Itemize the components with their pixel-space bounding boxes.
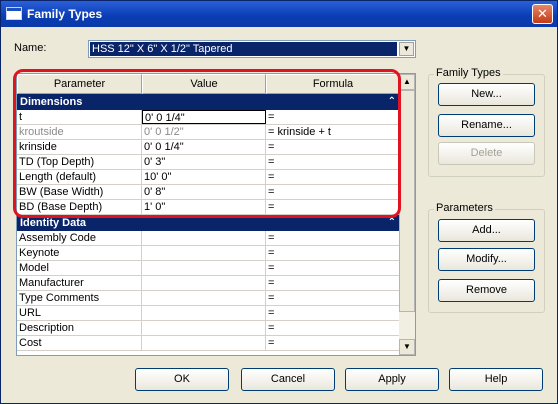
param-name: Keynote [17,246,142,260]
formula-cell[interactable]: = [266,336,400,350]
param-name: Assembly Code [17,231,142,245]
rename-type-button[interactable]: Rename... [438,114,535,137]
formula-cell[interactable]: = [266,110,400,124]
param-name: Length (default) [17,170,142,184]
table-row[interactable]: Manufacturer = [17,276,400,291]
formula-cell[interactable]: = [266,170,400,184]
param-name: Description [17,321,142,335]
value-cell[interactable]: 0' 0 1/4" [142,140,266,154]
value-input[interactable]: 0' 0 1/4" [142,110,266,124]
add-parameter-button[interactable]: Add... [438,219,535,242]
value-cell[interactable] [142,231,266,245]
formula-cell[interactable]: = [266,321,400,335]
formula-cell[interactable]: = [266,276,400,290]
param-name: Manufacturer [17,276,142,290]
table-row[interactable]: Type Comments = [17,291,400,306]
table-row[interactable]: t 0' 0 1/4" = [17,110,400,125]
value-cell[interactable] [142,336,266,350]
value-cell[interactable]: 1' 0" [142,200,266,214]
table-row[interactable]: URL = [17,306,400,321]
table-row[interactable]: Length (default) 10' 0" = [17,170,400,185]
name-label: Name: [14,42,47,54]
table-row[interactable]: Cost = [17,336,400,351]
family-types-dialog: Family Types ✕ Name: HSS 12" X 6" X 1/2"… [0,0,558,404]
formula-cell[interactable]: = [266,306,400,320]
table-row[interactable]: Assembly Code = [17,231,400,246]
grid-header: Parameter Value Formula [17,74,400,94]
formula-cell[interactable]: = krinside + t [266,125,400,139]
formula-cell[interactable]: = [266,246,400,260]
ok-button[interactable]: OK [135,368,229,391]
table-row[interactable]: kroutside 0' 0 1/2" = krinside + t [17,125,400,140]
param-name: krinside [17,140,142,154]
value-cell[interactable] [142,261,266,275]
close-button[interactable]: ✕ [532,4,553,24]
cancel-button[interactable]: Cancel [241,368,335,391]
new-type-button[interactable]: New... [438,83,535,106]
param-name: Type Comments [17,291,142,305]
title-bar[interactable]: Family Types ✕ [1,1,557,27]
param-name: t [17,110,142,124]
header-value[interactable]: Value [142,74,266,94]
group-title: Identity Data [20,217,87,229]
parameters-legend: Parameters [434,202,495,214]
apply-button[interactable]: Apply [345,368,439,391]
group-identity-data[interactable]: Identity Data ⌃ [17,215,400,231]
formula-cell[interactable]: = [266,291,400,305]
scroll-down-icon[interactable]: ▼ [399,339,415,355]
table-row[interactable]: TD (Top Depth) 0' 3" = [17,155,400,170]
value-cell[interactable] [142,276,266,290]
value-cell[interactable] [142,246,266,260]
value-cell[interactable]: 10' 0" [142,170,266,184]
value-cell[interactable]: 0' 3" [142,155,266,169]
help-button[interactable]: Help [449,368,543,391]
value-cell: 0' 0 1/2" [142,125,266,139]
name-dropdown[interactable]: HSS 12" X 6" X 1/2" Tapered ▼ [88,40,416,58]
formula-cell[interactable]: = [266,231,400,245]
remove-parameter-button[interactable]: Remove [438,279,535,302]
param-name: BD (Base Depth) [17,200,142,214]
table-row[interactable]: BD (Base Depth) 1' 0" = [17,200,400,215]
value-cell[interactable]: 0' 8" [142,185,266,199]
value-cell[interactable] [142,306,266,320]
param-name: Cost [17,336,142,350]
collapse-icon[interactable]: ⌃ [388,215,396,231]
formula-cell[interactable]: = [266,200,400,214]
table-row[interactable]: BW (Base Width) 0' 8" = [17,185,400,200]
formula-cell[interactable]: = [266,185,400,199]
window-icon [6,7,22,20]
table-row[interactable]: Description = [17,321,400,336]
param-name: Model [17,261,142,275]
param-name: kroutside [17,125,142,139]
table-row[interactable]: krinside 0' 0 1/4" = [17,140,400,155]
header-formula[interactable]: Formula [266,74,400,94]
value-cell[interactable] [142,321,266,335]
table-row[interactable]: Keynote = [17,246,400,261]
collapse-icon[interactable]: ⌃ [388,94,396,110]
parameters-grid: Parameter Value Formula Dimensions ⌃ t 0… [16,73,416,356]
scrollbar-thumb[interactable] [399,90,415,312]
scroll-up-icon[interactable]: ▲ [399,74,415,90]
param-name: URL [17,306,142,320]
formula-cell[interactable]: = [266,140,400,154]
group-title: Dimensions [20,96,83,108]
table-row[interactable]: Model = [17,261,400,276]
param-name: BW (Base Width) [17,185,142,199]
formula-cell[interactable]: = [266,261,400,275]
value-cell[interactable] [142,291,266,305]
chevron-down-icon[interactable]: ▼ [399,42,414,56]
modify-parameter-button[interactable]: Modify... [438,248,535,271]
param-name: TD (Top Depth) [17,155,142,169]
name-selected-value: HSS 12" X 6" X 1/2" Tapered [90,42,397,56]
delete-type-button[interactable]: Delete [438,142,535,165]
family-types-legend: Family Types [434,67,503,79]
vertical-scrollbar[interactable]: ▲ ▼ [399,74,415,355]
formula-cell[interactable]: = [266,155,400,169]
window-title: Family Types [27,7,103,21]
grid-body: Dimensions ⌃ t 0' 0 1/4" = kroutside 0' … [17,94,400,351]
header-parameter[interactable]: Parameter [17,74,142,94]
group-dimensions[interactable]: Dimensions ⌃ [17,94,400,110]
